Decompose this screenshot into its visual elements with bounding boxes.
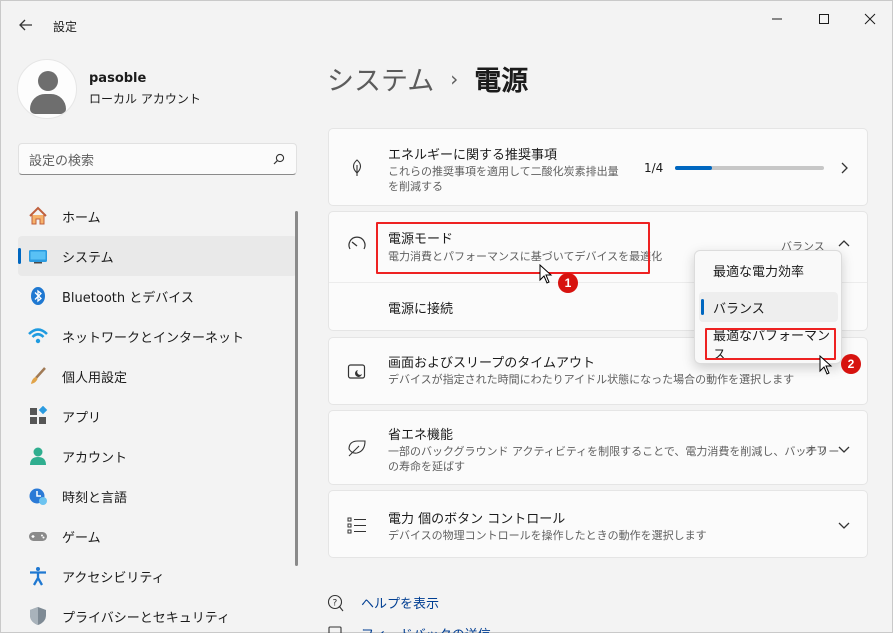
search-box[interactable]: 設定の検索 [18,143,297,175]
step-badge-2: 2 [841,354,861,374]
energy-saver-leaf-icon [347,438,367,458]
breadcrumb-separator: › [450,66,459,91]
feedback-link-text[interactable]: フィードバックの送信 [361,624,491,633]
power-button-controls-card[interactable]: 電力 個のボタン コントロール デバイスの物理コントロールを操作したときの動作を… [328,490,868,558]
sidebar-item-label: プライバシーとセキュリティ [62,610,230,626]
leaf-icon [347,158,367,178]
sidebar-nav: ホーム システム Bluetooth とデバイス ネットワークとインターネット … [18,196,297,633]
sidebar-item-accounts[interactable]: アカウント [18,436,297,476]
step-badge-1: 1 [558,273,578,293]
time-language-icon [28,486,48,506]
sidebar-item-label: ネットワークとインターネット [62,330,245,346]
home-icon [28,206,48,226]
sidebar-item-label: 個人用設定 [62,370,128,386]
sidebar-item-personalization[interactable]: 個人用設定 [18,356,297,396]
help-icon: ? [327,594,345,612]
highlight-power-mode [376,222,650,274]
sidebar-item-time-language[interactable]: 時刻と言語 [18,476,297,516]
sidebar-item-privacy[interactable]: プライバシーとセキュリティ [18,596,297,633]
bluetooth-icon [28,286,48,306]
privacy-shield-icon [28,606,48,626]
search-icon [272,152,286,166]
mouse-cursor-icon [539,264,553,284]
minimize-icon[interactable] [763,9,791,29]
card-desc-line2: の寿命を延ばす [388,460,465,473]
list-settings-icon [347,515,367,535]
help-link[interactable]: ? ヘルプを表示 [327,593,439,612]
breadcrumb-parent[interactable]: システム [327,59,434,98]
svg-text:?: ? [333,598,338,608]
card-desc: デバイスの物理コントロールを操作したときの動作を選択します [388,529,707,542]
card-title: エネルギーに関する推奨事項 [388,148,558,163]
sidebar-item-network[interactable]: ネットワークとインターネット [18,316,297,356]
system-icon [28,246,48,266]
mouse-cursor-icon [819,355,833,375]
profile-account-type: ローカル アカウント [89,92,201,106]
energy-saver-card[interactable]: 省エネ機能 一部のバックグラウンド アクティビティを制限することで、電力消費を削… [328,410,868,485]
speedometer-icon [347,234,367,254]
dropdown-option-balanced[interactable]: バランス [699,292,838,322]
breadcrumb: システム › 電源 [327,59,528,98]
sidebar-item-label: Bluetooth とデバイス [62,290,194,306]
card-desc-line1: これらの推奨事項を適用して二酸化炭素排出量 [388,165,619,178]
sidebar-item-gaming[interactable]: ゲーム [18,516,297,556]
sidebar-item-label: アプリ [62,410,102,426]
network-icon [28,326,48,346]
sidebar-item-apps[interactable]: アプリ [18,396,297,436]
sidebar-item-label: ホーム [62,210,101,226]
energy-saver-value: オフ [805,444,827,457]
settings-window: 設定 pasoble ローカル アカウント 設定の検索 ホーム システム Blu… [0,0,893,633]
maximize-icon[interactable] [810,9,838,29]
sidebar-item-system[interactable]: システム [18,236,297,276]
sidebar-item-label: アクセシビリティ [62,570,165,586]
chevron-up-icon[interactable] [837,237,851,251]
title-bar: 設定 [1,1,893,47]
dropdown-option-label: 最適な電力効率 [713,264,805,280]
personalization-brush-icon [28,366,48,386]
card-title: 電力 個のボタン コントロール [388,512,566,527]
apps-icon [28,406,48,426]
sidebar-item-bluetooth[interactable]: Bluetooth とデバイス [18,276,297,316]
progress-label: 1/4 [644,161,664,175]
user-profile[interactable]: pasoble ローカル アカウント [17,59,201,119]
energy-recommendations-card[interactable]: エネルギーに関する推奨事項 これらの推奨事項を適用して二酸化炭素排出量 を削減す… [328,128,868,206]
sidebar-item-label: ゲーム [62,530,101,546]
dropdown-option-best-efficiency[interactable]: 最適な電力効率 [699,255,838,285]
close-icon[interactable] [856,9,884,29]
avatar [17,59,77,119]
search-input[interactable]: 設定の検索 [29,150,272,169]
chevron-down-icon[interactable] [837,518,851,532]
gaming-icon [28,526,48,546]
sidebar-item-label: 時刻と言語 [62,490,128,506]
dropdown-option-label: バランス [713,301,765,317]
screen-sleep-icon [347,362,367,382]
card-desc: デバイスが指定された時間にわたりアイドル状態になった場合の動作を選択します [388,373,795,386]
sidebar-item-label: アカウント [62,450,128,466]
plugged-in-label: 電源に接続 [388,302,454,317]
sidebar-scrollbar[interactable] [295,211,298,566]
progress-bar [675,166,824,170]
accessibility-icon [28,566,48,586]
card-title: 画面およびスリープのタイムアウト [388,356,595,371]
account-icon [28,446,48,466]
card-desc-line2: を削減する [388,180,443,193]
profile-name: pasoble [89,71,147,86]
feedback-icon [327,625,345,633]
card-desc-line1: 一部のバックグラウンド アクティビティを制限することで、電力消費を削減し、バッテ… [388,445,840,458]
back-arrow-icon[interactable] [15,15,37,35]
feedback-link[interactable]: フィードバックの送信 [327,624,491,633]
sidebar-item-home[interactable]: ホーム [18,196,297,236]
app-title: 設定 [53,20,78,34]
highlight-best-performance [705,328,836,360]
page-title: 電源 [474,66,529,97]
sidebar-item-label: システム [62,250,114,266]
chevron-right-icon[interactable] [837,161,851,175]
help-link-text[interactable]: ヘルプを表示 [361,593,439,612]
card-title: 省エネ機能 [388,428,454,443]
chevron-down-icon[interactable] [837,442,851,456]
sidebar-item-accessibility[interactable]: アクセシビリティ [18,556,297,596]
